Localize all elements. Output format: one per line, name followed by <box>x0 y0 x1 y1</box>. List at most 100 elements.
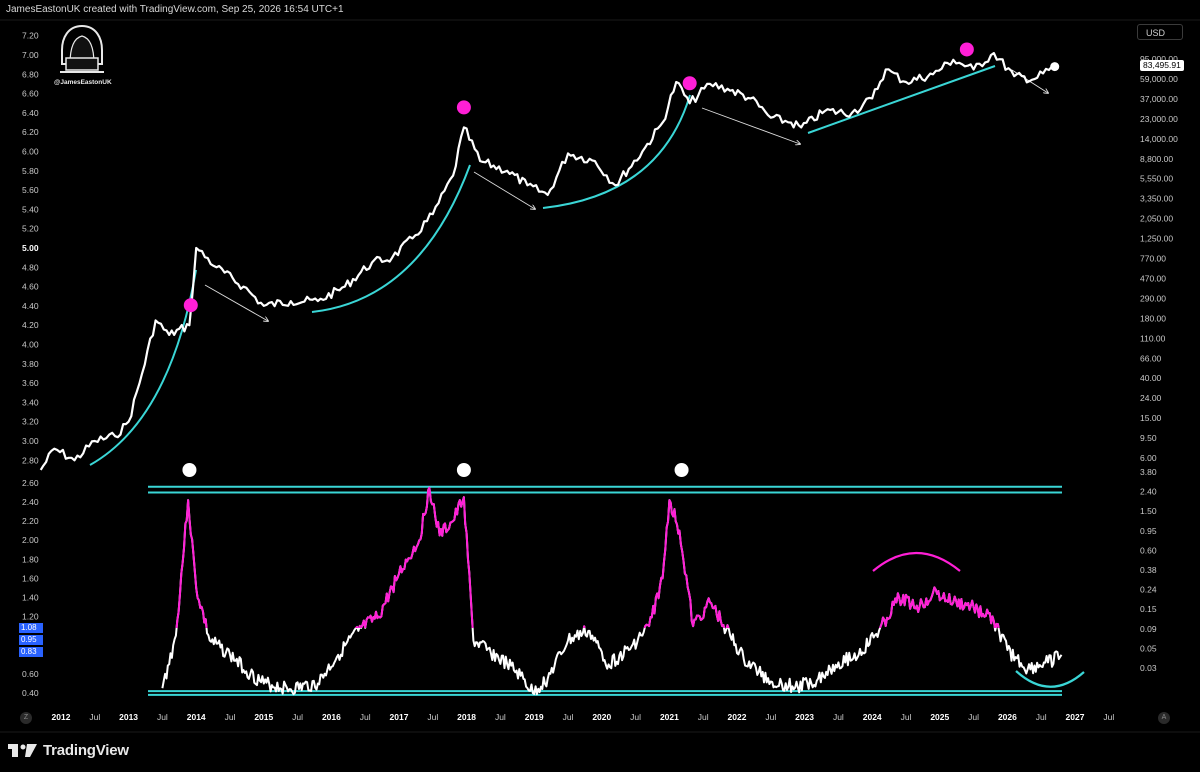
right-axis-tick-label: 8,800.00 <box>1140 154 1173 164</box>
left-axis-tick-label: 0.40 <box>22 688 39 698</box>
right-axis-tick-label: 0.60 <box>1140 545 1157 555</box>
right-axis-tick-label: 180.00 <box>1140 313 1166 323</box>
right-axis-tick-label: 15.00 <box>1140 413 1162 423</box>
x-axis-tick-label: Jul <box>157 712 168 722</box>
left-axis-tick-label: 2.60 <box>22 478 39 488</box>
right-axis-tick-label: 5,550.00 <box>1140 174 1173 184</box>
oscillator-highlight-tag: 0.83 <box>19 647 43 657</box>
cycle-top-marker <box>183 298 198 313</box>
left-axis-tick-label: 4.60 <box>22 282 39 292</box>
left-axis-tick-label: 4.80 <box>22 262 39 272</box>
x-axis-tick-label: 2025 <box>930 712 949 722</box>
right-axis-tick-label: 0.95 <box>1140 526 1157 536</box>
x-axis-tick-label: 2024 <box>863 712 882 722</box>
oscillator-peak-marker <box>456 463 471 477</box>
right-axis-tick-label: 23,000.00 <box>1140 114 1178 124</box>
x-axis-tick-label: 2026 <box>998 712 1017 722</box>
left-axis-tick-label: 3.00 <box>22 436 39 446</box>
left-axis-tick-label: 0.60 <box>22 669 39 679</box>
left-axis-tick-label: 2.00 <box>22 535 39 545</box>
right-axis-tick-label: 6.00 <box>1140 453 1157 463</box>
left-axis-tick-label: 2.80 <box>22 455 39 465</box>
current-price-label: 83,495.91 <box>1140 60 1184 71</box>
x-axis-tick-label: 2019 <box>525 712 544 722</box>
footer-branding: TradingView <box>8 740 129 760</box>
x-axis-tick-label: 2023 <box>795 712 814 722</box>
x-axis-tick-label: 2012 <box>52 712 71 722</box>
left-axis-tick-label: 1.60 <box>22 573 39 583</box>
author-handle: @JamesEastonUK <box>54 79 112 86</box>
dome-annotation <box>872 552 961 572</box>
left-axis-tick-label: 3.40 <box>22 397 39 407</box>
right-axis-tick-label: 1,250.00 <box>1140 234 1173 244</box>
left-axis-tick-label: 6.80 <box>22 69 39 79</box>
left-axis-tick-label: 6.00 <box>22 147 39 157</box>
auto-scale-button[interactable]: A <box>1158 712 1170 724</box>
cycle-top-marker <box>456 100 471 115</box>
tradingview-brand: TradingView <box>43 741 129 759</box>
cycle-curve <box>807 65 996 134</box>
right-axis-tick-label: 0.38 <box>1140 565 1157 575</box>
left-axis-tick-label: 3.60 <box>22 378 39 388</box>
right-axis-tick-label: 24.00 <box>1140 393 1162 403</box>
x-axis-tick-label: Jul <box>292 712 303 722</box>
right-axis-tick-label: 0.05 <box>1140 643 1157 653</box>
right-axis-tick-label: 0.24 <box>1140 585 1157 595</box>
left-axis-tick-label: 5.20 <box>22 224 39 234</box>
left-axis-tick-label: 6.40 <box>22 108 39 118</box>
timezone-button[interactable]: Z <box>20 712 32 724</box>
right-axis-tick-label: 3.80 <box>1140 467 1157 477</box>
left-axis-tick-label: 6.60 <box>22 89 39 99</box>
left-axis-tick-label: 5.00 <box>22 243 39 253</box>
x-axis-tick-label: 2014 <box>187 712 206 722</box>
oscillator-peak-marker <box>674 463 689 477</box>
left-axis-tick-label: 2.40 <box>22 497 39 507</box>
trend-arrow <box>473 171 535 209</box>
x-axis-tick-label: 2022 <box>728 712 747 722</box>
right-axis-tick-label: 66.00 <box>1140 353 1162 363</box>
currency-scale-button[interactable]: USD <box>1137 24 1183 40</box>
price-series-line <box>39 52 1055 471</box>
oscillator-line <box>161 486 1063 696</box>
x-axis-tick-label: Jul <box>427 712 438 722</box>
left-axis-tick-label: 5.40 <box>22 204 39 214</box>
right-axis-tick-label: 59,000.00 <box>1140 74 1178 84</box>
x-axis-tick-label: 2015 <box>254 712 273 722</box>
x-axis-tick-label: Jul <box>563 712 574 722</box>
right-axis-tick-label: 290.00 <box>1140 293 1166 303</box>
x-axis-tick-label: Jul <box>495 712 506 722</box>
left-axis-tick-label: 2.20 <box>22 516 39 526</box>
right-axis-tick-label: 9.50 <box>1140 433 1157 443</box>
x-axis-tick-label: 2020 <box>592 712 611 722</box>
right-axis-tick-label: 37,000.00 <box>1140 94 1178 104</box>
right-axis-tick-label: 470.00 <box>1140 273 1166 283</box>
x-axis-tick-label: 2021 <box>660 712 679 722</box>
right-axis-tick-label: 2.40 <box>1140 487 1157 497</box>
oscillator-highlight-tag: 0.95 <box>19 635 43 645</box>
left-axis-tick-label: 4.40 <box>22 301 39 311</box>
left-axis-tick-label: 1.80 <box>22 554 39 564</box>
left-axis-tick-label: 6.20 <box>22 127 39 137</box>
x-axis-tick-label: 2017 <box>390 712 409 722</box>
chart-canvas[interactable]: 7.20 7.00 6.80 6.60 6.40 6.20 6.00 5.80 5.60 5.40… <box>0 0 1200 772</box>
x-axis-tick-label: Jul <box>360 712 371 722</box>
right-axis-tick-label: 3,350.00 <box>1140 194 1173 204</box>
left-axis-tick-label: 1.20 <box>22 612 39 622</box>
left-axis-tick-label: 7.20 <box>22 31 39 41</box>
x-axis-tick-label: Jul <box>901 712 912 722</box>
x-axis-tick-label: Jul <box>1036 712 1047 722</box>
oscillator-highlight-tag: 1.08 <box>19 623 43 633</box>
x-axis-tick-label: 2027 <box>1066 712 1085 722</box>
x-axis-tick-label: Jul <box>833 712 844 722</box>
right-axis-tick-label: 770.00 <box>1140 254 1166 264</box>
hooded-hacker-icon <box>60 24 104 73</box>
x-axis-tick-label: Jul <box>1103 712 1114 722</box>
x-axis-tick-label: Jul <box>630 712 641 722</box>
left-axis-tick-label: 3.20 <box>22 417 39 427</box>
left-axis-tick-label: 1.40 <box>22 593 39 603</box>
left-axis-tick-label: 5.60 <box>22 185 39 195</box>
right-axis-tick-label: 0.09 <box>1140 624 1157 634</box>
right-axis-tick-label: 14,000.00 <box>1140 134 1178 144</box>
right-axis-tick-label: 0.15 <box>1140 604 1157 614</box>
left-axis-tick-label: 4.00 <box>22 340 39 350</box>
